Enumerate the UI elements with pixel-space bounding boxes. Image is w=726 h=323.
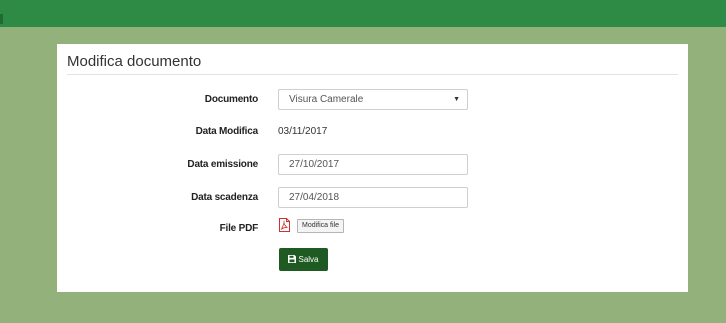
- top-navbar: [0, 0, 726, 27]
- edit-document-panel: Modifica documento Documento Visura Came…: [57, 44, 688, 292]
- navbar-accent: [0, 14, 3, 24]
- data-scadenza-input[interactable]: 27/04/2018: [278, 187, 468, 208]
- data-emissione-input[interactable]: 27/10/2017: [278, 154, 468, 175]
- modifica-file-button[interactable]: Modifica file: [297, 219, 344, 233]
- data-scadenza-label: Data scadenza: [191, 192, 258, 203]
- documento-select-value: Visura Camerale: [289, 94, 364, 105]
- save-button[interactable]: Salva: [279, 248, 328, 271]
- save-button-label: Salva: [298, 255, 319, 264]
- data-modifica-value: 03/11/2017: [278, 126, 328, 137]
- chevron-down-icon: ▼: [453, 96, 460, 103]
- pdf-file-icon: [279, 218, 290, 232]
- panel-title: Modifica documento: [67, 53, 202, 70]
- floppy-disk-icon: [288, 255, 297, 263]
- documento-select[interactable]: Visura Camerale ▼: [278, 89, 468, 110]
- data-modifica-label: Data Modifica: [195, 126, 259, 137]
- data-emissione-label: Data emissione: [187, 159, 258, 170]
- file-pdf-label: File PDF: [219, 223, 259, 234]
- documento-label: Documento: [204, 94, 258, 105]
- panel-divider: [67, 74, 678, 75]
